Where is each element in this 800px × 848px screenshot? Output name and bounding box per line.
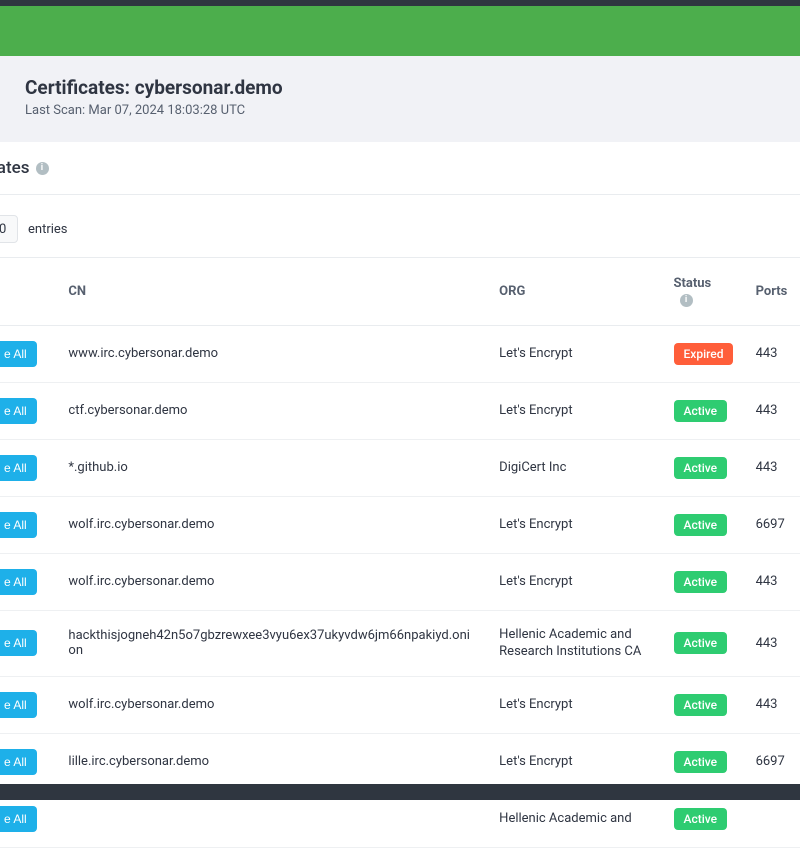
table-row: e All wolf.irc.cybersonar.demoLet's Encry… bbox=[0, 676, 800, 733]
see-all-button[interactable]: e All bbox=[0, 341, 37, 367]
last-scan-label: Last Scan: bbox=[25, 103, 85, 118]
status-cell: Active bbox=[662, 610, 744, 676]
cn-cell: ctf.cybersonar.demo bbox=[56, 382, 487, 439]
table-row: e All ctf.cybersonar.demoLet's Encrypt Act… bbox=[0, 382, 800, 439]
org-cell: DigiCert Inc bbox=[487, 439, 661, 496]
cn-cell: lille.irc.cybersonar.demo bbox=[56, 733, 487, 790]
cn-cell: wolf.irc.cybersonar.demo bbox=[56, 553, 487, 610]
last-scan: Last Scan: Mar 07, 2024 18:03:28 UTC bbox=[25, 103, 775, 118]
status-cell: Active bbox=[662, 553, 744, 610]
status-badge: Active bbox=[674, 400, 728, 422]
section-title: ficates bbox=[0, 158, 30, 178]
table-row: e All www.irc.cybersonar.demoLet's Encryp… bbox=[0, 325, 800, 382]
ports-cell: 443 bbox=[744, 610, 800, 676]
column-header-status[interactable]: Status i bbox=[662, 258, 744, 326]
page-title: Certificates: cybersonar.demo bbox=[25, 76, 775, 99]
ports-cell: 6697 bbox=[744, 733, 800, 790]
org-cell: Let's Encrypt bbox=[487, 382, 661, 439]
title-prefix: Certificates: bbox=[25, 76, 130, 99]
green-banner bbox=[0, 6, 800, 56]
see-all-button[interactable]: e All bbox=[0, 692, 37, 718]
status-cell: Active bbox=[662, 733, 744, 790]
ports-cell: 443 bbox=[744, 325, 800, 382]
cn-cell: wolf.irc.cybersonar.demo bbox=[56, 496, 487, 553]
status-badge: Active bbox=[674, 514, 728, 536]
see-all-button[interactable]: e All bbox=[0, 630, 37, 656]
title-value: cybersonar.demo bbox=[135, 76, 283, 99]
org-cell: Hellenic Academic and Research Instituti… bbox=[487, 610, 661, 676]
certificates-table: CN ORG Status i Ports e All www.irc.cyber… bbox=[0, 257, 800, 848]
column-header-ports[interactable]: Ports bbox=[744, 258, 800, 326]
status-badge: Active bbox=[674, 751, 728, 773]
status-header-label: Status bbox=[674, 276, 712, 291]
status-cell: Active bbox=[662, 382, 744, 439]
last-scan-value: Mar 07, 2024 18:03:28 UTC bbox=[88, 103, 245, 118]
column-header-org[interactable]: ORG bbox=[487, 258, 661, 326]
org-cell: Let's Encrypt bbox=[487, 553, 661, 610]
see-all-button[interactable]: e All bbox=[0, 569, 37, 595]
table-header-row: CN ORG Status i Ports bbox=[0, 258, 800, 326]
table-row: e All lille.irc.cybersonar.demoLet's Encr… bbox=[0, 733, 800, 790]
table-row: e All *.github.ioDigiCert Inc Active 443 bbox=[0, 439, 800, 496]
cn-cell: hackthisjogneh42n5o7gbzrewxee3vyu6ex37uk… bbox=[56, 610, 487, 676]
column-header-cn[interactable]: CN bbox=[56, 258, 487, 326]
table-row: e All wolf.irc.cybersonar.demoLet's Encry… bbox=[0, 496, 800, 553]
org-cell: Let's Encrypt bbox=[487, 733, 661, 790]
status-badge: Active bbox=[674, 457, 728, 479]
status-cell: Active bbox=[662, 676, 744, 733]
status-badge: Expired bbox=[674, 343, 734, 365]
see-all-button[interactable]: e All bbox=[0, 398, 37, 424]
status-badge: Active bbox=[674, 632, 728, 654]
page-header: Certificates: cybersonar.demo Last Scan:… bbox=[0, 56, 800, 142]
ports-cell: 443 bbox=[744, 676, 800, 733]
column-header-action bbox=[0, 258, 56, 326]
cn-cell: wolf.irc.cybersonar.demo bbox=[56, 676, 487, 733]
status-cell: Active bbox=[662, 496, 744, 553]
status-cell: Expired bbox=[662, 325, 744, 382]
info-icon[interactable]: i bbox=[680, 294, 693, 307]
org-cell: Let's Encrypt bbox=[487, 676, 661, 733]
see-all-button[interactable]: e All bbox=[0, 455, 37, 481]
status-cell: Active bbox=[662, 439, 744, 496]
table-row: e All hackthisjogneh42n5o7gbzrewxee3vyu6e… bbox=[0, 610, 800, 676]
ports-cell: 443 bbox=[744, 439, 800, 496]
cn-cell: *.github.io bbox=[56, 439, 487, 496]
ports-cell: 6697 bbox=[744, 496, 800, 553]
table-row: e All wolf.irc.cybersonar.demoLet's Encry… bbox=[0, 553, 800, 610]
see-all-button[interactable]: e All bbox=[0, 749, 37, 775]
info-icon[interactable]: i bbox=[36, 162, 49, 175]
length-controls: 10 entries bbox=[0, 195, 800, 257]
cn-cell: www.irc.cybersonar.demo bbox=[56, 325, 487, 382]
page-length-select[interactable]: 10 bbox=[0, 215, 18, 243]
see-all-button[interactable]: e All bbox=[0, 512, 37, 538]
org-cell: Let's Encrypt bbox=[487, 325, 661, 382]
org-cell: Let's Encrypt bbox=[487, 496, 661, 553]
section-bar: ficates i bbox=[0, 142, 800, 195]
ports-cell: 443 bbox=[744, 553, 800, 610]
ports-cell: 443 bbox=[744, 382, 800, 439]
footer-dark-bar bbox=[0, 784, 800, 800]
status-badge: Active bbox=[674, 694, 728, 716]
status-badge: Active bbox=[674, 808, 728, 830]
status-badge: Active bbox=[674, 571, 728, 593]
entries-label: entries bbox=[28, 222, 68, 237]
see-all-button[interactable]: e All bbox=[0, 806, 37, 832]
